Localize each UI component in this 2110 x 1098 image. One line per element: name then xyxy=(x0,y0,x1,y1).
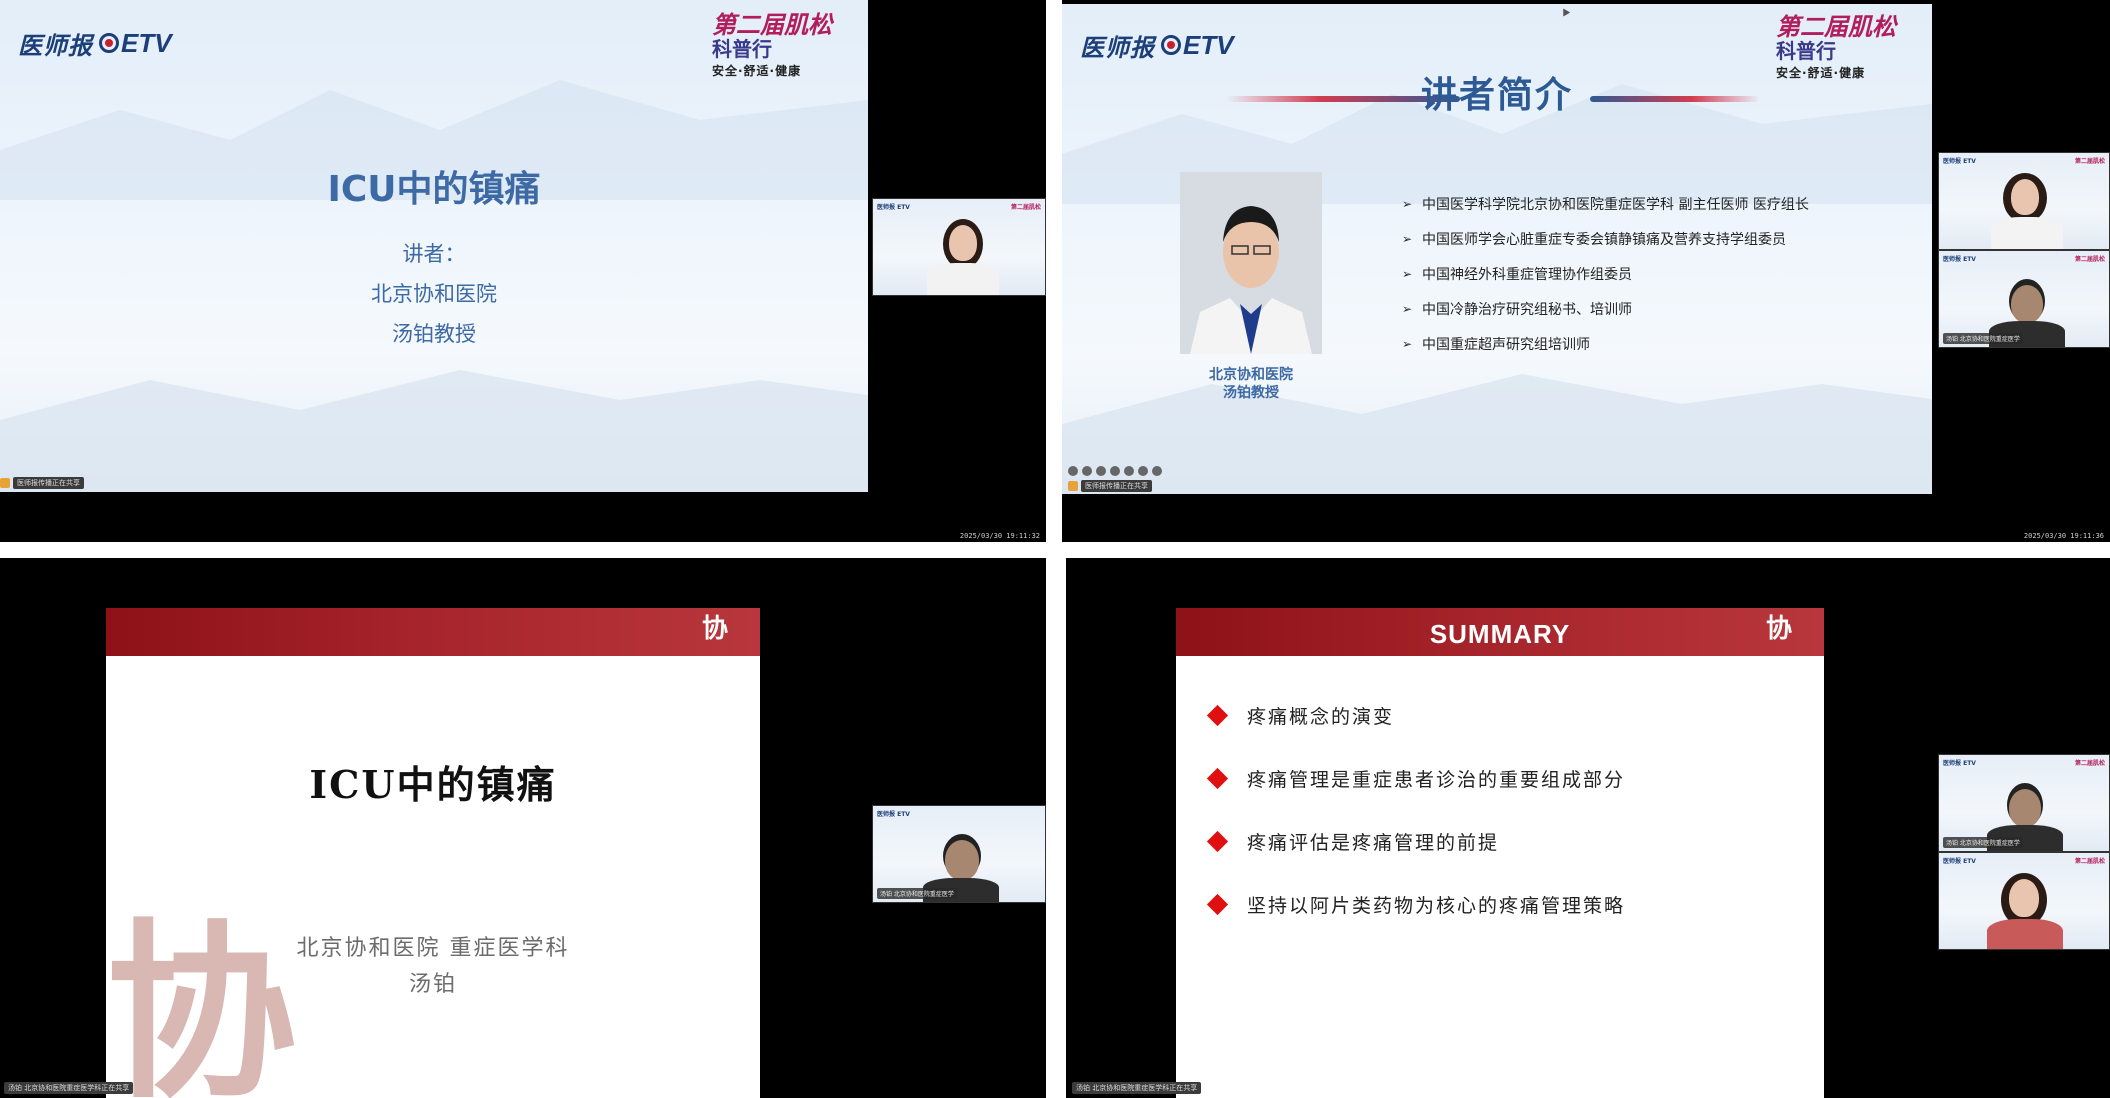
etv-logo-icon xyxy=(99,33,119,53)
pointer-icon[interactable] xyxy=(1096,466,1106,476)
bio-item: ➢ 中国冷静治疗研究组秘书、培训师 xyxy=(1402,301,1632,318)
brand-logo: 医师报 ETV xyxy=(1080,28,1234,62)
video-tile-bottom-left: 协 协 ICU中的镇痛 北京协和医院 重症医学科 汤铂 汤铂 北京协和医院重症医… xyxy=(0,558,1046,1098)
share-status: 汤铂 北京协和医院重症医学科正在共享 xyxy=(1072,1082,1202,1094)
participant-label: 汤铂 北京协和医院重症医学 xyxy=(1943,333,2023,344)
arrow-bullet-icon: ➢ xyxy=(1402,301,1413,316)
slide-title: SUMMARY xyxy=(1429,619,1571,649)
timestamp: 2025/03/30 19:11:32 xyxy=(959,532,1040,540)
summary-list: 疼痛概念的演变 疼痛管理是重症患者诊治的重要组成部分 疼痛评估是疼痛管理的前提 … xyxy=(1204,684,1625,936)
shared-slide-speaker-intro: 医师报 ETV 第二届肌松 科普行 安全·舒适·健康 讲者简介 北京协和医院 汤… xyxy=(1062,4,1932,494)
slide-author: 汤铂 xyxy=(408,972,457,997)
speaker-bio-list: ➢ 中国医学科学院北京协和医院重症医学科 副主任医师 医疗组长 ➢ 中国医师学会心脏… xyxy=(1402,186,1809,361)
share-status: 汤铂 北京协和医院重症医学科正在共享 xyxy=(4,1082,134,1094)
brand-name: 医师报 xyxy=(1080,32,1155,62)
summary-item: 疼痛管理是重症患者诊治的重要组成部分 xyxy=(1204,747,1625,810)
participant-thumbnail[interactable]: 医师报 ETV 第二届肌松 xyxy=(1938,152,2110,250)
participant-thumbnail[interactable]: 医师报 ETV 第二届肌松 汤铂 北京协和医院重症医学 xyxy=(1938,754,2110,852)
event-line2: 科普行 xyxy=(1776,39,1836,63)
timestamp: 2025/03/30 19:11:36 xyxy=(2023,532,2104,540)
annotation-toolbar xyxy=(1068,466,1162,476)
pumch-logo-icon: 协 xyxy=(701,614,728,644)
participant-video xyxy=(1939,153,2109,249)
participant-label: 汤铂 北京协和医院重症医学 xyxy=(877,888,957,899)
speaker-name: 汤铂教授 xyxy=(392,322,476,346)
pumch-logo-icon: 协 xyxy=(1765,614,1792,644)
event-line2: 科普行 xyxy=(712,37,772,61)
arrow-bullet-icon: ➢ xyxy=(1402,336,1413,351)
bio-item: ➢ 中国医学科学院北京协和医院重症医学科 副主任医师 医疗组长 xyxy=(1402,196,1809,213)
arrow-bullet-icon: ➢ xyxy=(1402,196,1413,211)
event-logo: 第二届肌松 科普行 安全·舒适·健康 xyxy=(712,12,832,79)
etv-logo-icon xyxy=(1161,35,1181,55)
speaker-heading: 讲者简介 xyxy=(1420,75,1573,116)
share-status-bar: 医师报传播正在共享 xyxy=(0,475,84,491)
speaker-photo xyxy=(1180,172,1322,354)
fullscreen-icon[interactable] xyxy=(1110,466,1120,476)
diamond-bullet-icon xyxy=(1206,830,1229,853)
event-line1: 第二届肌松 xyxy=(1776,12,1896,41)
shared-slide-title: 医师报 ETV 第二届肌松 科普行 安全·舒适·健康 ICU中的镇痛 讲者： 北… xyxy=(0,0,868,492)
summary-item: 疼痛评估是疼痛管理的前提 xyxy=(1204,810,1625,873)
participant-thumbnail[interactable]: 医师报 ETV 汤铂 北京协和医院重症医学 xyxy=(872,805,1046,903)
diamond-bullet-icon xyxy=(1206,704,1229,727)
speaker-label: 讲者： xyxy=(402,242,466,266)
participant-thumbnail[interactable]: 医师报 ETV 第二届肌松 汤铂 北京协和医院重症医学 xyxy=(1938,250,2110,348)
speaker-hospital: 北京协和医院 xyxy=(371,282,497,306)
chevron-left-icon[interactable] xyxy=(1152,466,1162,476)
summary-item: 坚持以阿片类药物为核心的疼痛管理策略 xyxy=(1204,873,1625,936)
more-icon[interactable] xyxy=(1138,466,1148,476)
video-icon[interactable] xyxy=(1124,466,1134,476)
shared-slide-title-red: 协 协 ICU中的镇痛 北京协和医院 重症医学科 汤铂 xyxy=(106,608,760,1098)
participant-video xyxy=(1939,853,2109,949)
etv-text: ETV xyxy=(121,27,172,58)
slide-header-bar xyxy=(106,608,760,656)
arrow-bullet-icon: ➢ xyxy=(1402,266,1413,281)
event-line1: 第二届肌松 xyxy=(712,10,832,39)
shared-slide-summary: SUMMARY 协 疼痛概念的演变 疼痛管理是重症患者诊治的重要组成部分 疼痛评… xyxy=(1176,608,1824,1098)
pen-icon[interactable] xyxy=(1068,466,1078,476)
video-tile-top-right: 医师报 ETV 第二届肌松 科普行 安全·舒适·健康 讲者简介 北京协和医院 汤… xyxy=(1062,0,2110,542)
share-status-bar: 医师报传播正在共享 xyxy=(1068,478,1152,494)
summary-item: 疼痛概念的演变 xyxy=(1204,684,1625,747)
bio-item: ➢ 中国神经外科重症管理协作组委员 xyxy=(1402,266,1632,283)
bio-item: ➢ 中国医师学会心脏重症专委会镇静镇痛及营养支持学组委员 xyxy=(1402,231,1786,248)
etv-text: ETV xyxy=(1183,29,1234,60)
video-tile-bottom-right: SUMMARY 协 疼痛概念的演变 疼痛管理是重症患者诊治的重要组成部分 疼痛评… xyxy=(1066,558,2110,1098)
participant-thumbnail[interactable]: 医师报 ETV 第二届肌松 xyxy=(872,198,1046,296)
eraser-icon[interactable] xyxy=(1082,466,1092,476)
slide-subtitle: 北京协和医院 重症医学科 xyxy=(296,936,570,961)
participant-thumbnail[interactable]: 医师报 ETV 第二届肌松 xyxy=(1938,852,2110,950)
photo-caption-hospital: 北京协和医院 xyxy=(1209,367,1293,383)
event-sub: 安全·舒适·健康 xyxy=(712,64,802,78)
arrow-bullet-icon: ➢ xyxy=(1402,231,1413,246)
user-icon[interactable] xyxy=(0,478,10,488)
share-status: 医师报传播正在共享 xyxy=(1081,480,1152,492)
share-status-bar: 汤铂 北京协和医院重症医学科正在共享 xyxy=(1072,1080,1202,1096)
slide-title: ICU中的镇痛 xyxy=(327,169,541,210)
participant-label: 汤铂 北京协和医院重症医学 xyxy=(1943,837,2023,848)
slide-title: ICU中的镇痛 xyxy=(309,762,557,807)
participant-video xyxy=(873,199,1045,295)
photo-caption-name: 汤铂教授 xyxy=(1223,385,1279,401)
diamond-bullet-icon xyxy=(1206,893,1229,916)
bio-item: ➢ 中国重症超声研究组培训师 xyxy=(1402,336,1590,353)
share-status-bar: 汤铂 北京协和医院重症医学科正在共享 xyxy=(4,1080,134,1096)
brand-logo: 医师报 ETV xyxy=(18,26,172,60)
video-tile-top-left: 医师报 ETV 第二届肌松 科普行 安全·舒适·健康 ICU中的镇痛 讲者： 北… xyxy=(0,0,1046,542)
brand-name: 医师报 xyxy=(18,30,93,60)
diamond-bullet-icon xyxy=(1206,767,1229,790)
share-status: 医师报传播正在共享 xyxy=(13,477,84,489)
user-icon[interactable] xyxy=(1068,481,1078,491)
